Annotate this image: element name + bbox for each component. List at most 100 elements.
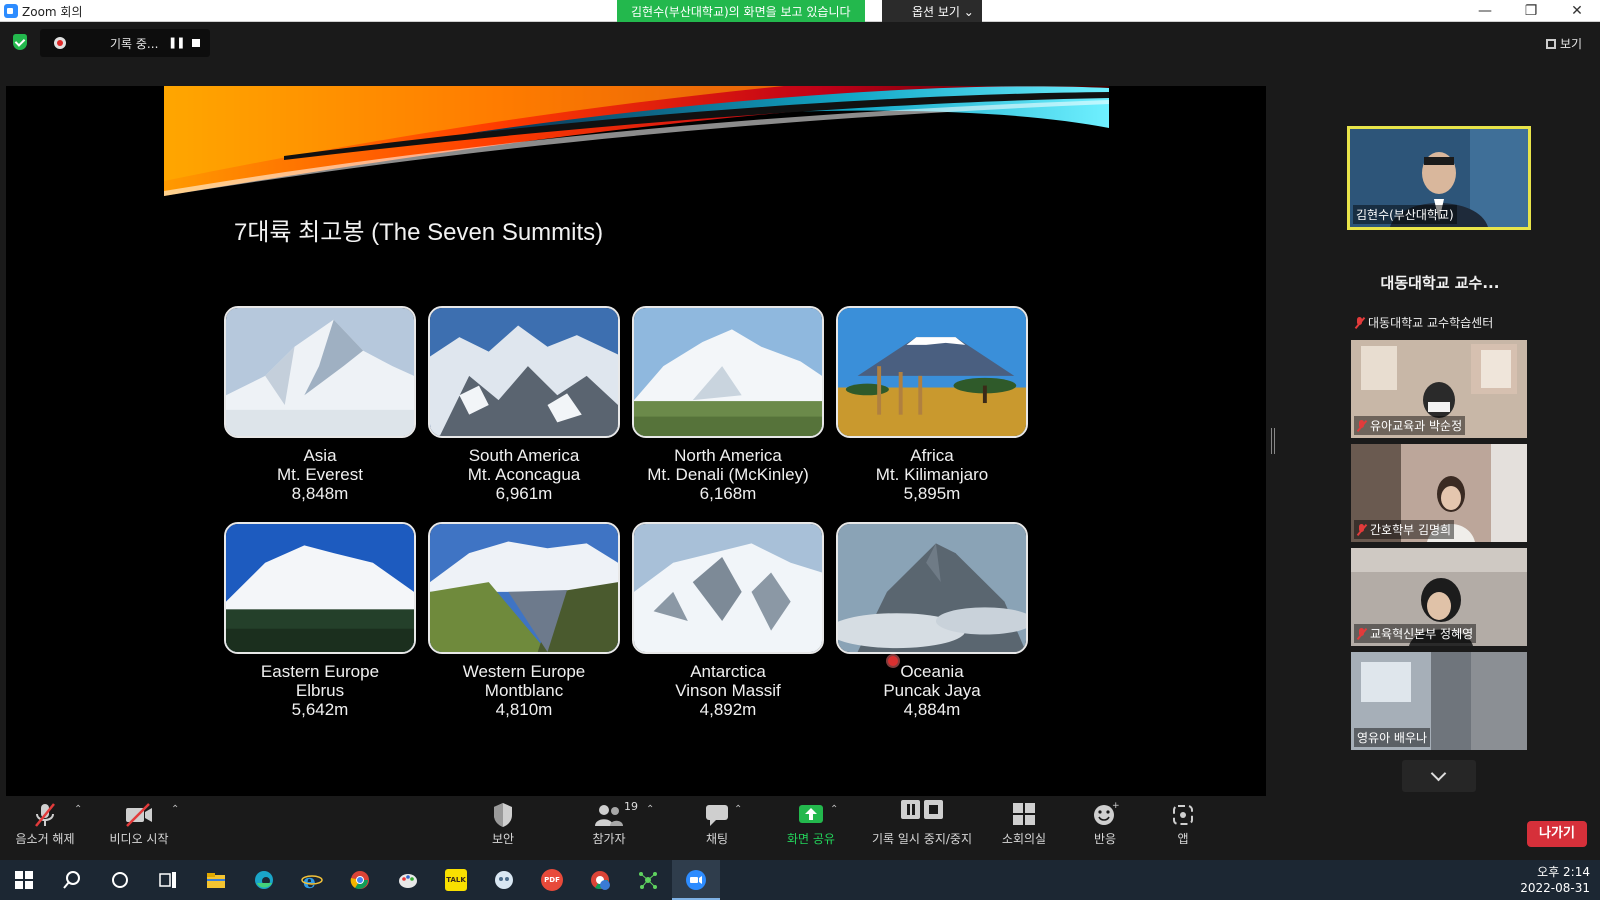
cortana-button[interactable] — [96, 860, 144, 900]
summit-mountain: Puncak Jaya — [883, 681, 981, 700]
gallery-scroll-down-button[interactable] — [1402, 760, 1476, 792]
leave-meeting-button[interactable]: 나가기 — [1527, 821, 1587, 847]
view-layout-label: 보기 — [1560, 37, 1583, 51]
mic-muted-icon — [1357, 420, 1366, 432]
summit-height: 6,168m — [699, 484, 757, 503]
summit-height: 8,848m — [291, 484, 349, 503]
apps-label: 앱 — [1177, 832, 1189, 846]
taskbar-zoom[interactable] — [672, 860, 720, 900]
active-speaker-tile[interactable]: 김현수(부산대학교) — [1347, 126, 1531, 230]
participant-name: 영유아 배우나 — [1354, 728, 1431, 747]
recording-dot-icon — [54, 37, 66, 49]
participant-video-tile[interactable]: 유아교육과 박순정 — [1351, 340, 1527, 438]
meeting-topbar: 기록 중... ❚❚ 보기 — [0, 23, 1600, 63]
summit-mountain: Vinson Massif — [675, 681, 781, 700]
recording-label: 기록 중... — [110, 37, 159, 51]
video-options-caret-icon[interactable]: ⌃ — [171, 804, 179, 815]
encryption-shield-icon[interactable] — [13, 34, 27, 50]
participants-label: 참가자 — [592, 832, 626, 846]
participant-video-tile[interactable]: 영유아 배우나 — [1351, 652, 1527, 750]
participant-name: 교육혁신본부 정혜영 — [1354, 624, 1477, 643]
messenger-icon — [495, 871, 513, 889]
taskbar-internet-explorer[interactable]: e — [288, 860, 336, 900]
participant-video-tile[interactable]: 교육혁신본부 정혜영 — [1351, 548, 1527, 646]
internet-explorer-icon: e — [301, 869, 323, 891]
taskbar-kakaotalk[interactable]: TALK — [432, 860, 480, 900]
reactions-button[interactable]: + 반응 — [1060, 798, 1150, 847]
audio-options-caret-icon[interactable]: ⌃ — [74, 804, 82, 815]
svg-text:+: + — [1112, 801, 1119, 811]
windows-start-button[interactable] — [0, 860, 48, 900]
kakaotalk-icon: TALK — [445, 869, 467, 891]
chat-button[interactable]: 채팅 — [672, 798, 762, 847]
taskbar-file-explorer[interactable] — [192, 860, 240, 900]
mic-muted-icon — [1357, 628, 1366, 640]
apps-icon — [1138, 798, 1228, 828]
summit-continent: North America — [674, 446, 782, 465]
summit-height: 4,884m — [903, 700, 961, 719]
zoom-icon — [686, 870, 706, 890]
summit-card-asia: Asia Mt. Everest 8,848m — [224, 306, 416, 503]
share-screen-label: 화면 공유 — [787, 832, 835, 846]
summit-height: 5,642m — [291, 700, 349, 719]
cortana-circle-icon — [112, 872, 128, 888]
task-view-button[interactable] — [144, 860, 192, 900]
system-clock[interactable]: 오후 2:14 2022-08-31 — [1520, 864, 1590, 896]
shared-screen: 7대륙 최고봉 (The Seven Summits) Asia Mt. Eve… — [6, 86, 1266, 796]
summit-mountain: Mt. Aconcagua — [467, 465, 581, 484]
unmute-label: 음소거 해제 — [15, 832, 75, 846]
taskbar-paint-app[interactable] — [384, 860, 432, 900]
participant-name: 유아교육과 박순정 — [1354, 416, 1466, 435]
summit-mountain: Mt. Everest — [277, 465, 363, 484]
participant-name-label: 간호학부 김명희 — [1370, 523, 1452, 537]
taskbar-search-button[interactable] — [48, 860, 96, 900]
pause-stop-recording-button[interactable]: 기록 일시 중지/중지 — [866, 798, 978, 847]
participants-options-caret-icon[interactable]: ⌃ — [646, 804, 654, 815]
participants-button[interactable]: 19 참가자 — [564, 798, 654, 847]
taskbar-chrome-profile[interactable] — [576, 860, 624, 900]
taskbar-edge[interactable] — [240, 860, 288, 900]
participant-text-tile[interactable]: 대동대학교 교수... — [1350, 272, 1530, 293]
taskbar-pdf-app[interactable]: PDF — [528, 860, 576, 900]
chat-options-caret-icon[interactable]: ⌃ — [734, 804, 742, 815]
security-label: 보안 — [491, 832, 515, 846]
participant-count: 19 — [624, 800, 638, 813]
taskbar-chrome[interactable] — [336, 860, 384, 900]
chrome-browser-icon — [350, 871, 369, 889]
participant-name: 대동대학교 교수학습센터 — [1355, 314, 1493, 331]
clock-date: 2022-08-31 — [1520, 881, 1590, 895]
restore-button[interactable]: ❐ — [1508, 0, 1554, 22]
meeting-toolbar: 음소거 해제 ⌃ 비디오 시작 ⌃ 보안 19 참가자 ⌃ 채팅 ⌃ 화면 공유… — [0, 798, 1600, 860]
summit-mountain: Mt. Denali (McKinley) — [647, 465, 809, 484]
slide-title: 7대륙 최고봉 (The Seven Summits) — [234, 219, 604, 246]
pause-recording-icon[interactable]: ❚❚ — [168, 36, 185, 49]
share-screen-button[interactable]: 화면 공유 — [766, 798, 856, 847]
vinson-massif-photo — [632, 522, 824, 654]
summit-continent: Western Europe — [462, 662, 586, 681]
windows-logo-icon — [15, 871, 33, 889]
mic-muted-icon — [1357, 524, 1366, 536]
view-options-button[interactable]: 옵션 보기 ⌄ — [882, 0, 982, 22]
minimize-button[interactable]: — — [1462, 0, 1508, 22]
slide-decorative-banner — [164, 86, 1109, 196]
security-button[interactable]: 보안 — [458, 798, 548, 847]
taskbar-network-app[interactable] — [624, 860, 672, 900]
apps-button[interactable]: 앱 — [1138, 798, 1228, 847]
panel-resize-handle[interactable] — [1271, 428, 1275, 454]
windows-taskbar: e TALK PDF — [0, 860, 1600, 900]
clock-time: 오후 2:14 — [1537, 865, 1590, 879]
share-options-caret-icon[interactable]: ⌃ — [830, 804, 838, 815]
montblanc-photo — [428, 522, 620, 654]
puncak-jaya-photo — [836, 522, 1028, 654]
participant-video-tile[interactable]: 간호학부 김명희 — [1351, 444, 1527, 542]
taskbar-messenger-app[interactable] — [480, 860, 528, 900]
summit-height: 6,961m — [495, 484, 553, 503]
view-layout-button[interactable]: 보기 — [1546, 35, 1582, 52]
breakout-rooms-button[interactable]: 소회의실 — [979, 798, 1069, 847]
summit-mountain: Mt. Kilimanjaro — [875, 465, 989, 484]
reactions-smiley-icon: + — [1060, 798, 1150, 828]
close-button[interactable]: ✕ — [1554, 0, 1600, 22]
kilimanjaro-photo — [836, 306, 1028, 438]
stop-recording-icon[interactable] — [192, 39, 200, 47]
speaker-name: 김현수(부산대학교) — [1353, 205, 1457, 224]
